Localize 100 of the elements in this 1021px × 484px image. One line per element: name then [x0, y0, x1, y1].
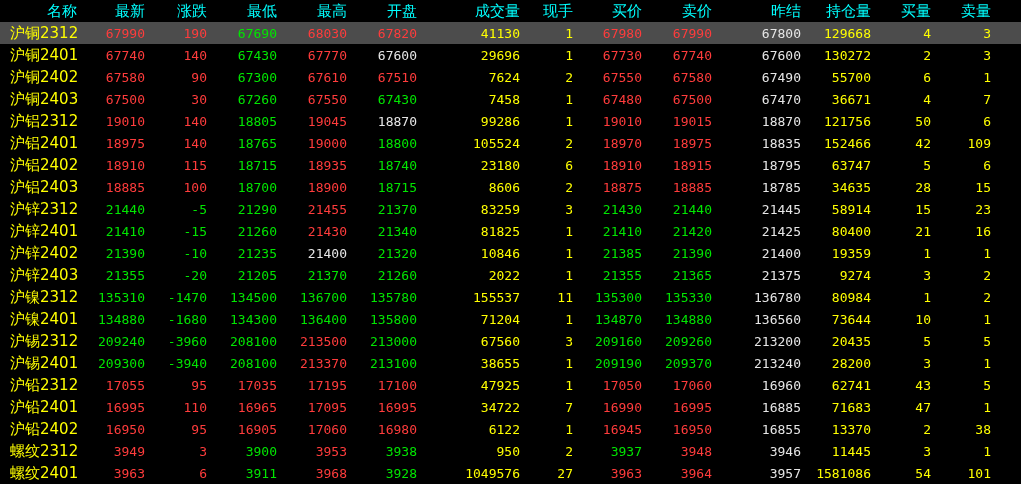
table-cell: 950 [496, 443, 520, 459]
table-cell: 17100 [377, 377, 417, 393]
table-cell: 3 [565, 333, 573, 349]
table-cell: 140 [183, 113, 207, 129]
table-row[interactable]: 沪铜2402 67580 90 67300 67610 67510 7624 2 67550 67580 67490 55700 6 1 [0, 66, 1021, 88]
table-cell: 18700 [237, 179, 277, 195]
table-cell: 1 [565, 311, 573, 327]
table-cell: 16885 [761, 399, 801, 415]
table-row[interactable]: 沪铜2401 67740 140 67430 67770 67600 29696 1 67730 67740 67600 130272 2 3 [0, 44, 1021, 66]
table-row[interactable]: 沪镍2401 134880 -1680 134300 136400 135800 71204 1 134870 134880 136560 73644 10 1 [0, 308, 1021, 330]
table-cell: 7458 [488, 91, 520, 107]
table-cell: 136700 [300, 289, 347, 305]
table-cell: 67740 [672, 47, 712, 63]
table-cell: 21260 [377, 267, 417, 283]
table-row[interactable]: 沪锌2312 21440 -5 21290 21455 21370 83259 3 21430 21440 21445 58914 15 23 [0, 198, 1021, 220]
table-cell: 67980 [602, 25, 642, 41]
table-cell: 19015 [672, 113, 712, 129]
table-cell: 2 [923, 421, 931, 437]
table-cell: 21260 [237, 223, 277, 239]
table-cell: 67430 [237, 47, 277, 63]
table-cell: 10846 [480, 245, 520, 261]
table-row[interactable]: 沪锌2403 21355 -20 21205 21370 21260 2022 1 21355 21365 21375 9274 3 2 [0, 264, 1021, 286]
table-cell: 19045 [307, 113, 347, 129]
column-header: 买价 [612, 1, 642, 21]
column-header: 卖量 [961, 1, 991, 21]
table-cell: 3 [923, 355, 931, 371]
table-cell: 130272 [824, 47, 871, 63]
contract-name: 沪锌2403 [9, 265, 79, 285]
table-cell: 2 [923, 47, 931, 63]
table-row[interactable]: 沪铝2401 18975 140 18765 19000 18800 105524 2 18970 18975 18835 152466 42 109 [0, 132, 1021, 154]
table-cell: 16995 [377, 399, 417, 415]
column-header: 买量 [901, 1, 931, 21]
table-cell: 18785 [761, 179, 801, 195]
table-cell: 140 [183, 47, 207, 63]
table-cell: 3 [983, 25, 991, 41]
table-cell: 135330 [665, 289, 712, 305]
column-header: 开盘 [387, 1, 417, 21]
table-cell: 67740 [105, 47, 145, 63]
table-cell: 20435 [831, 333, 871, 349]
table-cell: 134880 [665, 311, 712, 327]
table-cell: 67990 [672, 25, 712, 41]
table-cell: 1 [565, 47, 573, 63]
table-row[interactable]: 沪铝2312 19010 140 18805 19045 18870 99286 1 19010 19015 18870 121756 50 6 [0, 110, 1021, 132]
table-cell: -1470 [167, 289, 207, 305]
table-cell: 1049576 [465, 465, 520, 481]
table-cell: 1 [565, 223, 573, 239]
table-cell: 17035 [237, 377, 277, 393]
table-cell: 18715 [377, 179, 417, 195]
table-cell: 80400 [831, 223, 871, 239]
table-cell: 209190 [595, 355, 642, 371]
table-row[interactable]: 沪镍2312 135310 -1470 134500 136700 135780 155537 11 135300 135330 136780 80984 1 2 [0, 286, 1021, 308]
table-row[interactable]: 沪锡2401 209300 -3940 208100 213370 213100 38655 1 209190 209370 213240 28200 3 1 [0, 352, 1021, 374]
table-row[interactable]: 沪铝2403 18885 100 18700 18900 18715 8606 2 18875 18885 18785 34635 28 15 [0, 176, 1021, 198]
table-row[interactable]: 沪锌2402 21390 -10 21235 21400 21320 10846 1 21385 21390 21400 19359 1 1 [0, 242, 1021, 264]
table-cell: 3 [199, 443, 207, 459]
contract-name: 沪镍2401 [9, 309, 79, 329]
table-row[interactable]: 沪铝2402 18910 115 18715 18935 18740 23180 6 18910 18915 18795 63747 5 6 [0, 154, 1021, 176]
table-row[interactable]: 沪铅2312 17055 95 17035 17195 17100 47925 1 17050 17060 16960 62741 43 5 [0, 374, 1021, 396]
table-row[interactable]: 螺纹2312 3949 3 3900 3953 3938 950 2 3937 3948 3946 11445 3 1 [0, 440, 1021, 462]
contract-name: 沪铝2401 [9, 133, 79, 153]
table-cell: 67580 [672, 69, 712, 85]
table-cell: 6 [983, 157, 991, 173]
table-cell: 4 [923, 91, 931, 107]
table-cell: 18800 [377, 135, 417, 151]
contract-name: 沪铅2402 [9, 419, 79, 439]
table-row[interactable]: 沪锌2401 21410 -15 21260 21430 21340 81825 1 21410 21420 21425 80400 21 16 [0, 220, 1021, 242]
table-cell: 67500 [672, 91, 712, 107]
table-cell: 3953 [315, 443, 347, 459]
table-cell: 121756 [824, 113, 871, 129]
table-cell: 135800 [370, 311, 417, 327]
table-row[interactable]: 沪铜2403 67500 30 67260 67550 67430 7458 1 67480 67500 67470 36671 4 7 [0, 88, 1021, 110]
contract-name: 沪铜2402 [9, 67, 79, 87]
table-cell: 34635 [831, 179, 871, 195]
column-header: 最高 [317, 1, 347, 21]
table-cell: 21370 [307, 267, 347, 283]
table-cell: 50 [915, 113, 931, 129]
table-cell: 42 [915, 135, 931, 151]
table-cell: 21400 [761, 245, 801, 261]
table-row[interactable]: 螺纹2401 3963 6 3911 3968 3928 1049576 27 3963 3964 3957 1581086 54 101 [0, 462, 1021, 484]
table-cell: 136400 [300, 311, 347, 327]
table-row[interactable]: 沪铅2402 16950 95 16905 17060 16980 6122 1 16945 16950 16855 13370 2 38 [0, 418, 1021, 440]
table-row[interactable]: 沪锡2312 209240 -3960 208100 213500 213000 67560 3 209160 209260 213200 20435 5 5 [0, 330, 1021, 352]
table-cell: 5 [923, 157, 931, 173]
table-cell: 5 [923, 333, 931, 349]
table-row[interactable]: 沪铜2312 67990 190 67690 68030 67820 41130 1 67980 67990 67800 129668 4 3 [0, 22, 1021, 44]
table-row[interactable]: 沪铅2401 16995 110 16965 17095 16995 34722 7 16990 16995 16885 71683 47 1 [0, 396, 1021, 418]
table-cell: 21390 [105, 245, 145, 261]
table-cell: 17050 [602, 377, 642, 393]
table-cell: 209300 [98, 355, 145, 371]
table-cell: 1 [923, 245, 931, 261]
table-cell: 1 [565, 245, 573, 261]
table-cell: 136780 [754, 289, 801, 305]
table-cell: 134880 [98, 311, 145, 327]
table-cell: 1 [565, 377, 573, 393]
contract-name: 沪铝2403 [9, 177, 79, 197]
table-cell: 67690 [237, 25, 277, 41]
table-cell: 16855 [761, 421, 801, 437]
table-cell: 18970 [602, 135, 642, 151]
table-cell: 21375 [761, 267, 801, 283]
column-header: 昨结 [771, 1, 801, 21]
